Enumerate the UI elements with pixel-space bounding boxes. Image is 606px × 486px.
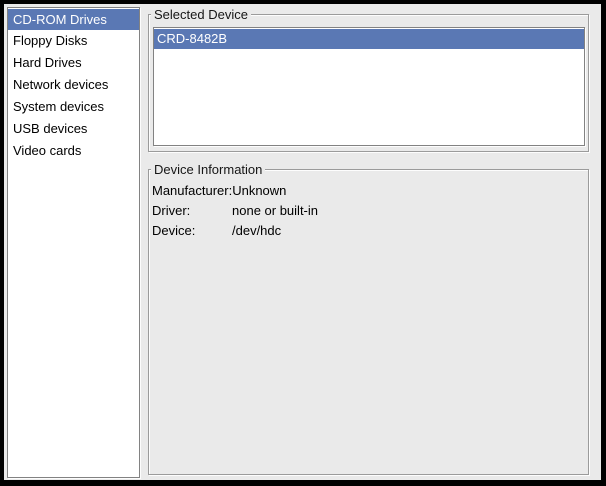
category-item-network-devices[interactable]: Network devices — [8, 74, 139, 96]
device-label: Device: — [152, 221, 232, 241]
device-list: CRD-8482B — [153, 27, 585, 146]
hardware-browser-window: CD-ROM Drives Floppy Disks Hard Drives N… — [0, 0, 606, 486]
device-information-frame: Device Information Manufacturer: Unknown… — [148, 169, 589, 475]
info-row-manufacturer: Manufacturer: Unknown — [152, 181, 318, 201]
selected-device-frame: Selected Device CRD-8482B — [148, 14, 589, 152]
category-item-floppy-disks[interactable]: Floppy Disks — [8, 30, 139, 52]
manufacturer-label: Manufacturer: — [152, 181, 232, 201]
category-item-cdrom-drives[interactable]: CD-ROM Drives — [8, 9, 139, 30]
category-item-hard-drives[interactable]: Hard Drives — [8, 52, 139, 74]
info-row-driver: Driver: none or built-in — [152, 201, 318, 221]
device-item-crd-8482b[interactable]: CRD-8482B — [154, 29, 584, 49]
category-item-usb-devices[interactable]: USB devices — [8, 118, 139, 140]
category-item-system-devices[interactable]: System devices — [8, 96, 139, 118]
info-row-device: Device: /dev/hdc — [152, 221, 318, 241]
device-information-table: Manufacturer: Unknown Driver: none or bu… — [152, 181, 318, 241]
driver-value: none or built-in — [232, 201, 318, 221]
device-value: /dev/hdc — [232, 221, 281, 241]
selected-device-frame-title: Selected Device — [151, 7, 251, 22]
device-information-frame-title: Device Information — [151, 162, 265, 177]
category-list: CD-ROM Drives Floppy Disks Hard Drives N… — [7, 7, 140, 478]
manufacturer-value: Unknown — [232, 181, 286, 201]
category-item-video-cards[interactable]: Video cards — [8, 140, 139, 162]
driver-label: Driver: — [152, 201, 232, 221]
